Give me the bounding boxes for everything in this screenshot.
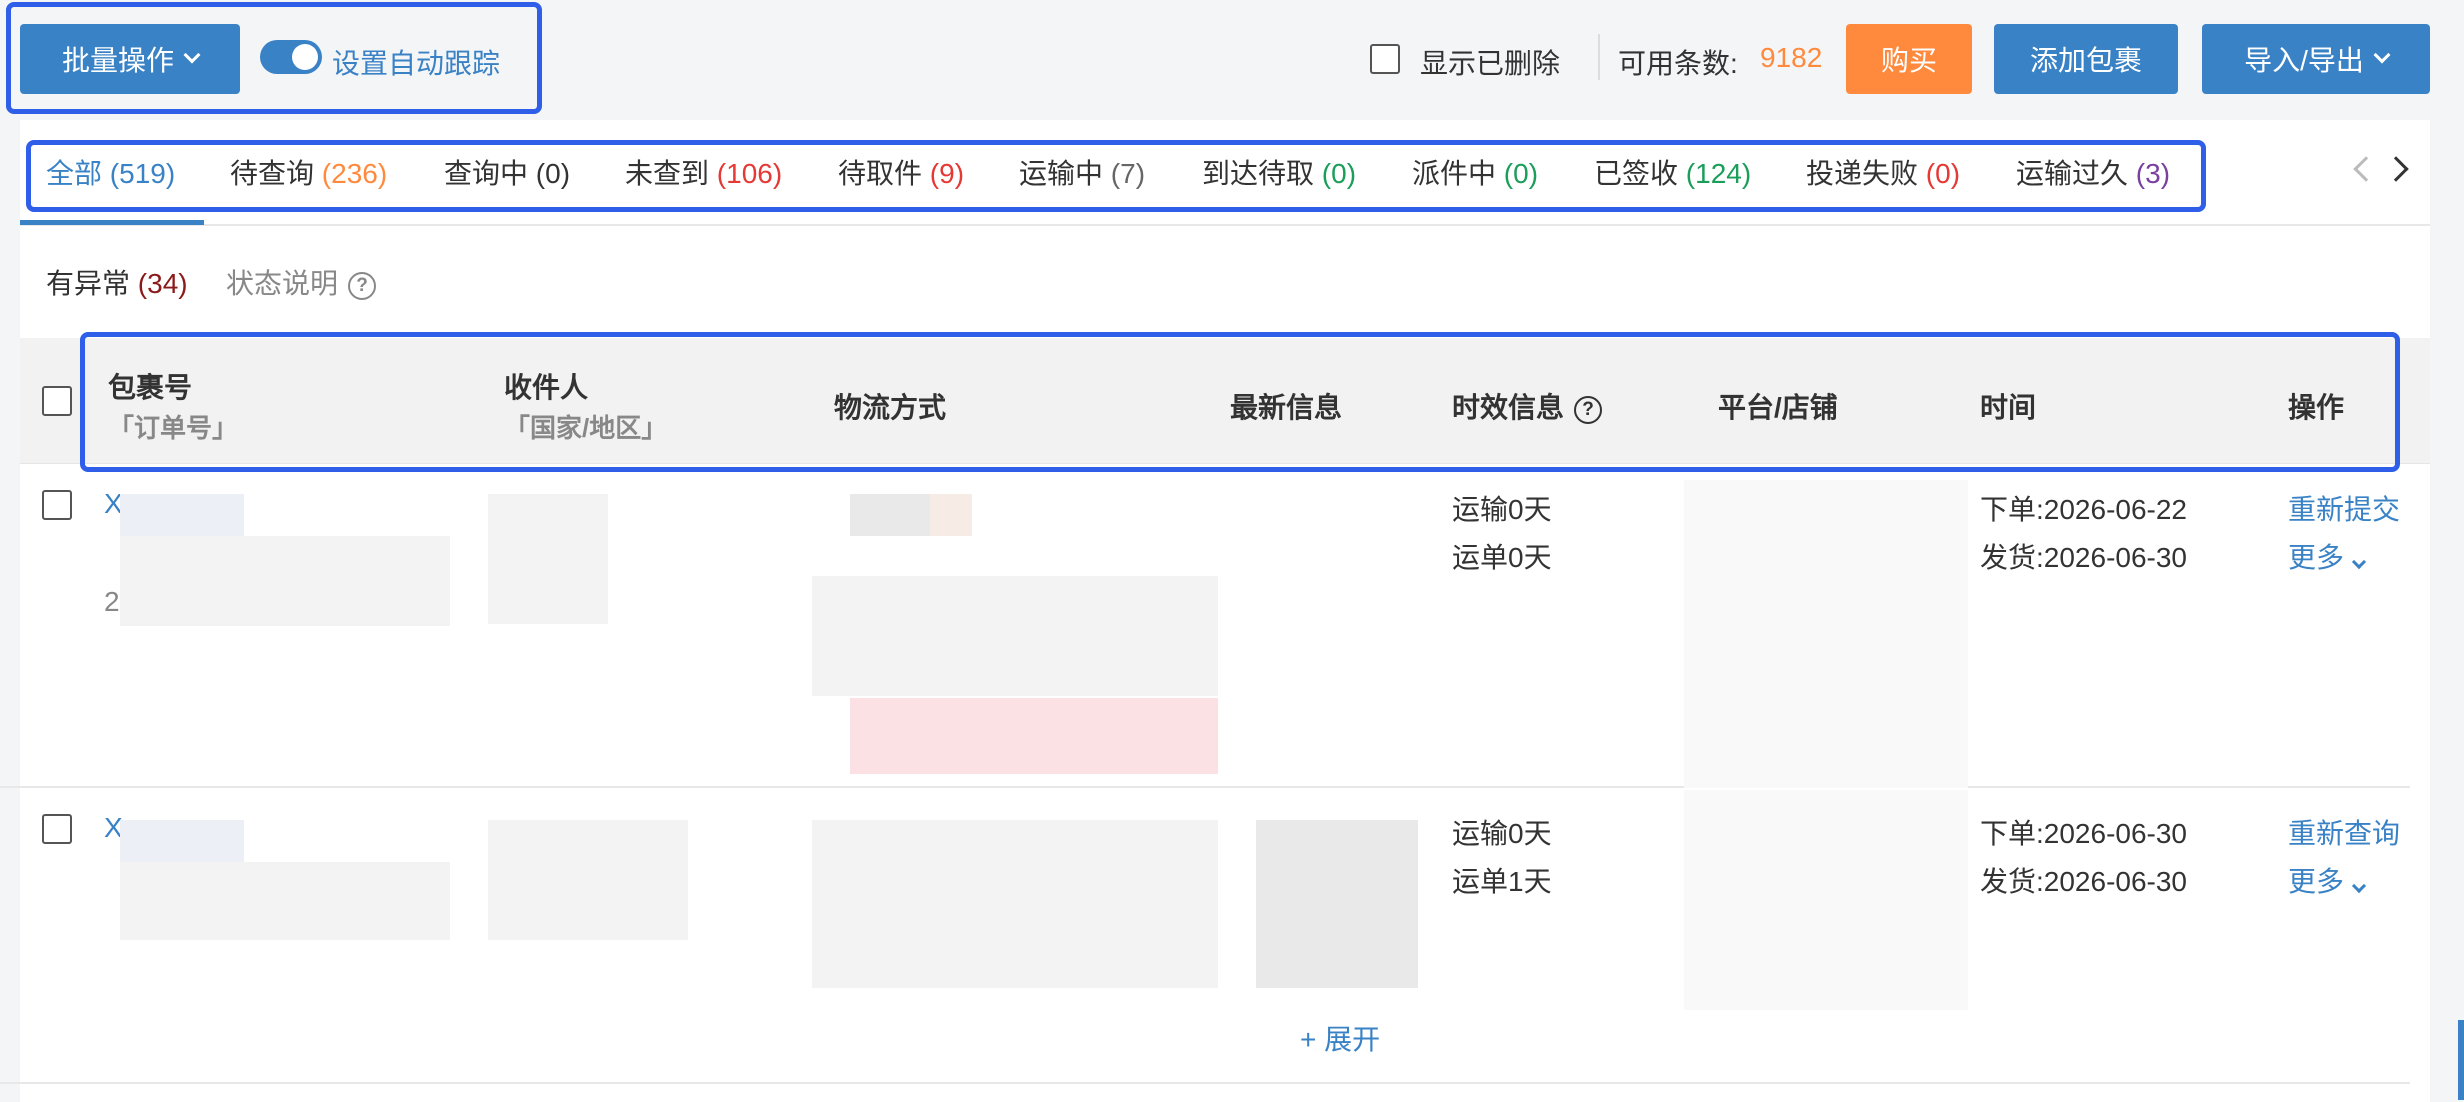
tab-all[interactable]: 全部 (519) <box>46 152 175 192</box>
available-count-label: 可用条数: <box>1618 48 1738 79</box>
auto-track-toggle[interactable] <box>260 40 322 74</box>
row-checkbox[interactable] <box>42 814 72 844</box>
tab-delivery-failed[interactable]: 投递失败 (0) <box>1806 152 1960 192</box>
import-export-button[interactable]: 导入/导出 <box>2202 24 2430 94</box>
tabs-divider <box>20 224 2430 226</box>
header-latest: 最新信息 <box>1230 392 1343 423</box>
redacted-block <box>1256 820 1418 988</box>
chevron-down-icon <box>183 46 201 64</box>
redacted-block <box>1684 790 1968 1010</box>
page: 批量操作 设置自动跟踪 显示已删除 可用条数: 9182 购买 添加包裹 导入/… <box>0 0 2464 1102</box>
tab-out-for-delivery[interactable]: 派件中 (0) <box>1412 152 1538 192</box>
status-help[interactable]: 状态说明? <box>226 262 377 302</box>
more-label: 更多 <box>2288 866 2345 897</box>
help-icon[interactable]: ? <box>348 271 377 300</box>
redacted-block <box>812 820 1218 988</box>
tab-pending-query[interactable]: 待查询 (236) <box>230 152 387 192</box>
header-action: 操作 <box>2288 392 2345 423</box>
scroll-indicator <box>2458 1020 2464 1100</box>
timeliness-transit: 运输0天 <box>1452 494 1552 525</box>
order-date: 下单:2026-06-22 <box>1980 494 2188 525</box>
available-count-value: 9182 <box>1760 42 1823 73</box>
chevron-down-icon <box>2373 46 2391 64</box>
tab-delivered[interactable]: 已签收 (124) <box>1594 152 1751 192</box>
top-toolbar: 批量操作 设置自动跟踪 显示已删除 可用条数: 9182 购买 添加包裹 导入/… <box>0 0 2464 118</box>
chevron-down-icon <box>2351 878 2367 894</box>
header-timeliness-label: 时效信息 <box>1452 392 1565 423</box>
redacted-block <box>120 494 244 536</box>
header-recipient-sub: 「国家/地区」 <box>504 413 668 443</box>
header-package-sub: 「订单号」 <box>108 413 239 443</box>
redacted-block <box>120 820 244 862</box>
tab-querying[interactable]: 查询中 (0) <box>444 152 570 192</box>
header-recipient: 收件人 <box>504 372 589 403</box>
toggle-knob <box>292 44 318 70</box>
expand-link[interactable]: + 展开 <box>1300 1018 1380 1058</box>
help-icon[interactable]: ? <box>1574 395 1603 424</box>
buy-button[interactable]: 购买 <box>1846 24 1972 94</box>
redacted-block <box>850 494 930 536</box>
timeliness-waybill: 运单1天 <box>1452 866 1552 897</box>
more-menu[interactable]: 更多 <box>2288 860 2367 900</box>
chevron-right-icon[interactable] <box>2383 156 2409 182</box>
import-export-label: 导入/导出 <box>2244 45 2364 76</box>
tab-pending-pickup[interactable]: 待取件 (9) <box>838 152 964 192</box>
add-package-button[interactable]: 添加包裹 <box>1994 24 2178 94</box>
header-timeliness: 时效信息? <box>1452 386 1603 426</box>
tab-in-transit[interactable]: 运输中 (7) <box>1019 152 1145 192</box>
table-row: X 2 运输0天 运单0天 下单:2026-06-22 发货:2026-06-3… <box>0 466 2410 788</box>
timeliness-waybill: 运单0天 <box>1452 542 1552 573</box>
abnormal-count: (34) <box>137 268 188 299</box>
tab-transit-too-long[interactable]: 运输过久 (3) <box>2016 152 2170 192</box>
show-deleted-checkbox[interactable] <box>1370 44 1400 74</box>
chevron-down-icon <box>2351 554 2367 570</box>
status-tabs: 全部 (519) 待查询 (236) 查询中 (0) 未查到 (106) 待取件… <box>20 120 2430 228</box>
resubmit-link[interactable]: 重新提交 <box>2288 488 2400 528</box>
more-menu[interactable]: 更多 <box>2288 536 2367 576</box>
table-header: 包裹号 「订单号」 收件人 「国家/地区」 物流方式 最新信息 时效信息? 平台… <box>20 338 2430 464</box>
more-label: 更多 <box>2288 542 2345 573</box>
redacted-block <box>1684 480 1968 788</box>
batch-operation-label: 批量操作 <box>61 45 174 76</box>
chevron-left-icon[interactable] <box>2353 156 2379 182</box>
redacted-block <box>812 576 1218 696</box>
redacted-block <box>488 494 608 624</box>
header-package: 包裹号 <box>108 372 193 403</box>
header-platform: 平台/店铺 <box>1718 392 1838 423</box>
requery-link[interactable]: 重新查询 <box>2288 812 2400 852</box>
abnormal-label: 有异常 <box>46 268 131 299</box>
redacted-block <box>120 862 450 940</box>
redacted-block <box>850 698 1218 774</box>
toolbar-divider <box>1598 34 1600 80</box>
active-tab-indicator <box>20 220 204 225</box>
batch-operation-button[interactable]: 批量操作 <box>20 24 240 94</box>
auto-track-label[interactable]: 设置自动跟踪 <box>332 42 500 82</box>
redacted-block <box>120 536 450 626</box>
select-all-checkbox[interactable] <box>42 386 72 416</box>
tab-not-found[interactable]: 未查到 (106) <box>625 152 782 192</box>
abnormal-filter[interactable]: 有异常 (34) <box>46 262 188 302</box>
status-help-label: 状态说明 <box>226 268 339 299</box>
order-date: 下单:2026-06-30 <box>1980 818 2188 849</box>
row-checkbox[interactable] <box>42 490 72 520</box>
timeliness-transit: 运输0天 <box>1452 818 1552 849</box>
ship-date: 发货:2026-06-30 <box>1980 542 2188 573</box>
header-logistics: 物流方式 <box>834 392 947 423</box>
redacted-block <box>488 820 688 940</box>
header-time: 时间 <box>1980 392 2037 423</box>
show-deleted-label: 显示已删除 <box>1420 48 1561 79</box>
table-row: X 运输0天 运单1天 下单:2026-06-30 发货:2026-06-30 … <box>0 790 2410 1084</box>
order-id: 2 <box>104 586 120 617</box>
ship-date: 发货:2026-06-30 <box>1980 866 2188 897</box>
tab-arrived[interactable]: 到达待取 (0) <box>1202 152 1356 192</box>
redacted-block <box>930 494 972 536</box>
